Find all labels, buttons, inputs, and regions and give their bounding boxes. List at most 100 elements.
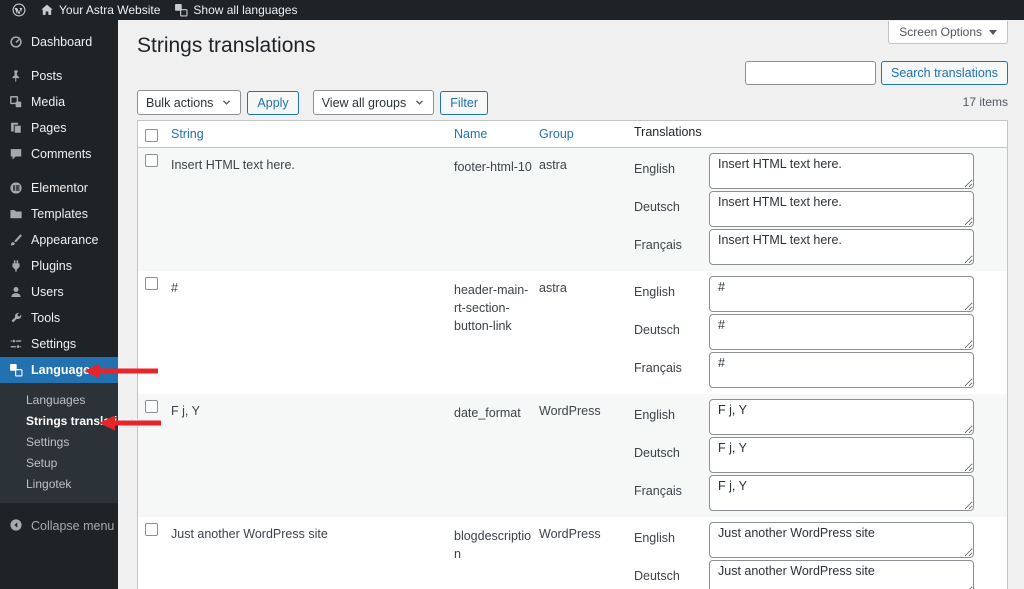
sidebar-item-dashboard[interactable]: Dashboard [0,29,118,55]
sidebar-item-languages[interactable]: Languages [0,357,118,383]
row-string: Insert HTML text here. [165,148,454,271]
main-content: Screen Options Strings translations Sear… [118,20,1024,589]
column-header-string[interactable]: String [165,121,454,147]
collapse-menu-label: Collapse menu [31,519,114,533]
table-row: Just another WordPress site blogdescript… [138,517,1007,589]
translation-icon [9,363,23,377]
toolbar: Bulk actions Apply View all groups Filte… [137,90,488,115]
users-icon [9,285,23,299]
sidebar-item-pages[interactable]: Pages [0,115,118,141]
admin-sidebar: Dashboard Posts Media Pages Comments Ele… [0,20,118,589]
translation-language-label: Deutsch [629,560,709,583]
column-header-name[interactable]: Name [454,121,539,147]
translation-input[interactable] [709,437,974,473]
sidebar-item-plugins[interactable]: Plugins [0,253,118,279]
wrench-icon [9,311,23,325]
submenu-item-setup[interactable]: Setup [0,453,118,474]
translation-input[interactable] [709,276,974,312]
translation-input[interactable] [709,475,974,511]
row-group: WordPress [539,394,629,517]
row-group: astra [539,148,629,271]
translation-input[interactable] [709,314,974,350]
table-row: Insert HTML text here. footer-html-10 as… [138,148,1007,271]
sidebar-item-tools[interactable]: Tools [0,305,118,331]
submenu-item-strings-translations[interactable]: Strings translations [0,411,118,432]
row-string: F j, Y [165,394,454,517]
screen-options-label: Screen Options [899,25,982,39]
wordpress-menu-button[interactable] [8,0,30,20]
sidebar-item-templates[interactable]: Templates [0,201,118,227]
translation-input[interactable] [709,399,974,435]
sidebar-item-media[interactable]: Media [0,89,118,115]
chevron-down-icon [221,97,232,108]
dashboard-icon [9,35,23,49]
site-link[interactable]: Your Astra Website [36,0,164,20]
translation-input[interactable] [709,191,974,227]
sidebar-item-comments[interactable]: Comments [0,141,118,167]
apply-button[interactable]: Apply [247,91,298,115]
page-title: Strings translations [137,34,316,58]
translation-row: Deutsch [629,314,1007,350]
elementor-icon [9,181,23,195]
row-string: Just another WordPress site [165,517,454,589]
collapse-menu-button[interactable]: Collapse menu [0,513,118,539]
bulk-actions-select[interactable]: Bulk actions [137,90,241,115]
select-all-checkbox[interactable] [145,129,158,142]
plugin-icon [9,259,23,273]
translation-row: Deutsch [629,560,1007,589]
settings-icon [9,337,23,351]
menu-separator [0,55,118,63]
translation-row: Deutsch [629,437,1007,473]
row-checkbox[interactable] [145,277,158,290]
translation-language-label: English [629,522,709,545]
search-translations-button[interactable]: Search translations [881,61,1008,85]
site-name: Your Astra Website [59,3,160,17]
row-translations: English Deutsch Français [629,271,1007,394]
media-icon [9,95,23,109]
sidebar-item-posts[interactable]: Posts [0,63,118,89]
sidebar-item-elementor[interactable]: Elementor [0,175,118,201]
column-header-group[interactable]: Group [539,121,629,147]
pages-icon [9,121,23,135]
column-header-translations: Translations [629,121,1007,147]
translation-input[interactable] [709,352,974,388]
sidebar-item-settings[interactable]: Settings [0,331,118,357]
submenu-item-languages[interactable]: Languages [0,390,118,411]
strings-table-body: Insert HTML text here. footer-html-10 as… [138,148,1007,589]
submenu-item-settings[interactable]: Settings [0,432,118,453]
translation-input[interactable] [709,560,974,589]
strings-table: String Name Group Translations Insert HT… [137,120,1008,589]
translation-language-label: Français [629,475,709,498]
table-header: String Name Group Translations [138,121,1007,148]
search-input[interactable] [745,61,876,85]
screen-options-button[interactable]: Screen Options [888,21,1008,44]
translation-row: English [629,399,1007,435]
translation-input[interactable] [709,522,974,558]
translation-input[interactable] [709,229,974,265]
group-filter-label: View all groups [322,96,407,110]
row-translations: English Deutsch [629,517,1007,589]
row-name: footer-html-10 [454,148,539,271]
sidebar-item-users[interactable]: Users [0,279,118,305]
row-name: header-main-rt-section-button-link [454,271,539,394]
row-checkbox[interactable] [145,523,158,536]
sidebar-item-label: Languages [31,363,97,377]
translation-language-label: Deutsch [629,437,709,460]
translation-input[interactable] [709,153,974,189]
row-checkbox[interactable] [145,400,158,413]
filter-button[interactable]: Filter [440,91,488,115]
translation-language-label: Deutsch [629,314,709,337]
group-filter-select[interactable]: View all groups [313,90,435,115]
row-group: astra [539,271,629,394]
row-checkbox[interactable] [145,154,158,167]
chevron-down-icon [414,97,425,108]
search-area: Search translations [745,61,1008,85]
languages-submenu: LanguagesStrings translationsSettingsSet… [0,383,118,503]
show-all-languages-button[interactable]: Show all languages [170,0,301,20]
submenu-item-lingotek[interactable]: Lingotek [0,474,118,495]
sidebar-menu: Dashboard Posts Media Pages Comments Ele… [0,29,118,357]
translation-row: English [629,522,1007,558]
folder-icon [9,207,23,221]
translation-language-label: English [629,153,709,176]
sidebar-item-appearance[interactable]: Appearance [0,227,118,253]
